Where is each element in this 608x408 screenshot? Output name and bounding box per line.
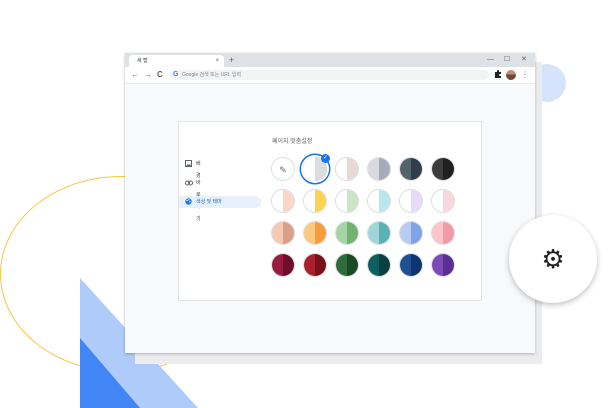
color-swatch[interactable] xyxy=(367,253,391,277)
color-swatch[interactable] xyxy=(271,189,295,213)
back-icon[interactable]: ← xyxy=(131,69,139,81)
sidebar-item-colors-themes[interactable]: 색상 및 테마 xyxy=(179,196,261,208)
color-swatch[interactable] xyxy=(303,253,327,277)
tab-new-tab[interactable]: 새 탭 × xyxy=(129,55,224,67)
omnibox-placeholder: Google 검색 또는 URL 입력 xyxy=(182,72,242,78)
reload-icon[interactable]: C xyxy=(157,69,163,81)
gear-icon: ⚙ xyxy=(541,244,565,274)
close-window-icon[interactable]: ✕ xyxy=(521,54,527,66)
settings-button[interactable]: ⚙ xyxy=(509,215,597,303)
color-swatch[interactable] xyxy=(335,157,359,181)
tab-title: 새 탭 xyxy=(137,58,148,64)
color-swatch[interactable] xyxy=(431,157,455,181)
color-swatch[interactable] xyxy=(399,189,423,213)
color-swatch[interactable] xyxy=(303,189,327,213)
color-swatch[interactable] xyxy=(399,157,423,181)
color-swatch[interactable] xyxy=(303,221,327,245)
eyedropper-icon: ✎ xyxy=(279,165,287,175)
color-swatch[interactable] xyxy=(367,157,391,181)
maximize-icon[interactable]: ☐ xyxy=(504,54,510,66)
minimize-icon[interactable]: — xyxy=(487,54,494,66)
sidebar-item-label: 색상 및 테마 xyxy=(196,199,222,205)
image-icon xyxy=(185,158,192,172)
color-swatch[interactable] xyxy=(399,253,423,277)
palette-icon xyxy=(185,196,192,210)
forward-icon[interactable]: → xyxy=(144,69,152,81)
color-swatch[interactable] xyxy=(431,253,455,277)
color-swatch[interactable] xyxy=(431,189,455,213)
tab-strip: 새 탭 × + — ☐ ✕ xyxy=(125,53,535,67)
color-swatch[interactable]: ✓ xyxy=(303,154,330,181)
google-g-icon: G xyxy=(173,71,179,78)
color-swatch[interactable] xyxy=(335,189,359,213)
toolbar: ← → C G Google 검색 또는 URL 입력 ⋮ xyxy=(125,67,535,84)
check-icon: ✓ xyxy=(321,154,330,163)
tab-close-icon[interactable]: × xyxy=(215,55,219,67)
color-swatch[interactable] xyxy=(367,189,391,213)
omnibox[interactable]: G Google 검색 또는 URL 입력 xyxy=(169,70,489,80)
new-tab-button[interactable]: + xyxy=(229,54,234,66)
puzzle-icon[interactable] xyxy=(494,70,502,81)
avatar[interactable] xyxy=(506,70,516,80)
color-swatch[interactable] xyxy=(335,253,359,277)
color-swatch[interactable] xyxy=(335,221,359,245)
menu-icon[interactable]: ⋮ xyxy=(521,69,529,81)
color-swatch[interactable] xyxy=(367,221,391,245)
link-icon xyxy=(185,177,193,191)
customize-dialog: 페이지 맞춤설정 배경 바로가기 색상 및 테마 ✎✓ xyxy=(178,121,482,301)
color-swatch[interactable] xyxy=(271,221,295,245)
color-swatch[interactable] xyxy=(271,253,295,277)
dialog-title: 페이지 맞춤설정 xyxy=(272,139,313,145)
color-swatch[interactable] xyxy=(399,221,423,245)
custom-color-picker[interactable]: ✎ xyxy=(271,157,295,181)
color-swatch[interactable] xyxy=(431,221,455,245)
